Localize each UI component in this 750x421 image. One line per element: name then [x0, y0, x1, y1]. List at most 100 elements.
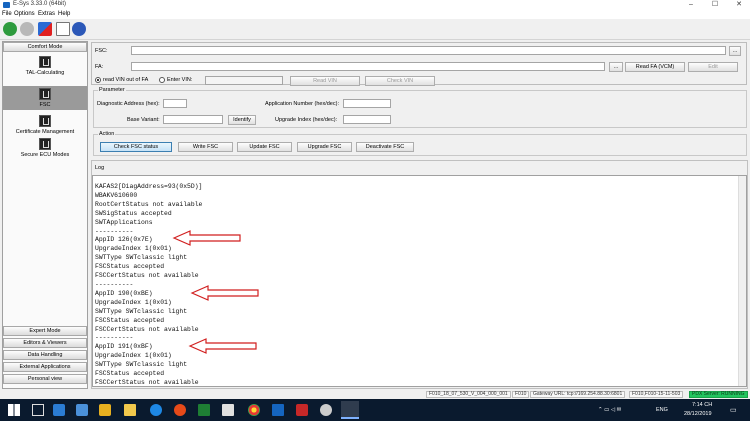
- upgrade-index-input[interactable]: [343, 115, 391, 124]
- log-text: KAFAS2[DiagAddress=93(0x5D)] WBAKV610600 R…: [95, 183, 202, 388]
- menu-options[interactable]: Options: [14, 11, 35, 17]
- read-vin-button[interactable]: Read VIN: [290, 76, 360, 86]
- personal-view-header[interactable]: Personal view: [3, 374, 87, 384]
- deactivate-fsc-button[interactable]: Deactivate FSC: [356, 142, 414, 152]
- tray-language[interactable]: ENG: [656, 407, 668, 413]
- external-applications-header[interactable]: External Applications: [3, 362, 87, 372]
- sidebar-item-label: Secure ECU Modes: [20, 152, 70, 158]
- check-vin-button[interactable]: Check VIN: [365, 76, 435, 86]
- log-line: FSCStatus accepted: [95, 263, 165, 271]
- log-line: SWSigStatus accepted: [95, 209, 172, 217]
- fa-label: FA:: [95, 64, 104, 70]
- excel-icon[interactable]: [198, 404, 210, 416]
- diagnostic-address-input[interactable]: [163, 99, 187, 108]
- word-icon[interactable]: [272, 404, 284, 416]
- log-title: Log: [95, 165, 105, 171]
- status-gateway: Gateway URL: tcp://169.254.88.30:6801: [530, 391, 626, 398]
- tray-icons[interactable]: ⌃ ▭ ◁ ✉: [598, 407, 621, 413]
- log-line: FSCCertStatus not available: [95, 272, 199, 280]
- log-scrollbar[interactable]: [738, 176, 746, 386]
- log-line: FSCCertStatus not available: [95, 325, 199, 333]
- fa-input[interactable]: [131, 62, 605, 71]
- window-title: E-Sys 3.33.0 (64bit): [13, 1, 67, 7]
- read-vin-radio[interactable]: [95, 77, 101, 83]
- enter-vin-radio[interactable]: [159, 77, 165, 83]
- comfort-mode-header[interactable]: Comfort Mode: [3, 42, 87, 52]
- fsc-label: FSC:: [95, 48, 108, 54]
- disconnect-icon[interactable]: [20, 22, 34, 36]
- log-line: AppID 190(0xBE): [95, 289, 153, 297]
- log-line: RootCertStatus not available: [95, 200, 203, 208]
- network-icon[interactable]: [38, 22, 52, 36]
- sidebar-item-fsc[interactable]: FSC: [3, 86, 87, 110]
- status-vehicle: F010,F010-15-11-503: [629, 391, 684, 398]
- menu-extras[interactable]: Extras: [38, 11, 55, 17]
- log-line: UpgradeIndex 1(0x01): [95, 245, 172, 253]
- help-icon[interactable]: [72, 22, 86, 36]
- log-line: AppID 191(0xBF): [95, 343, 153, 351]
- app-icon-4[interactable]: [296, 404, 308, 416]
- app-icon-1[interactable]: [53, 404, 65, 416]
- menu-bar: File Options Extras Help: [0, 10, 750, 19]
- data-handling-header[interactable]: Data Handling: [3, 350, 87, 360]
- editors-viewers-header[interactable]: Editors & Viewers: [3, 338, 87, 348]
- document-icon[interactable]: [56, 22, 70, 36]
- write-fsc-button[interactable]: Write FSC: [178, 142, 233, 152]
- close-button[interactable]: ✕: [728, 0, 750, 10]
- status-series: F010: [512, 391, 530, 398]
- sidebar-item-tal-calculating[interactable]: TAL-Calculating: [3, 56, 87, 76]
- notification-icon[interactable]: ▭: [730, 406, 737, 414]
- app-icon-3[interactable]: [99, 404, 111, 416]
- application-number-input[interactable]: [343, 99, 391, 108]
- sidebar-item-certificate-management[interactable]: Certificate Management: [3, 115, 87, 135]
- app-icon: [3, 2, 10, 8]
- media-icon[interactable]: [174, 404, 186, 416]
- maximize-button[interactable]: ☐: [704, 0, 726, 10]
- expert-mode-header[interactable]: Expert Mode: [3, 326, 87, 336]
- log-area[interactable]: KAFAS2[DiagAddress=93(0x5D)] WBAKV610600 R…: [92, 175, 747, 387]
- log-line: FSCStatus accepted: [95, 316, 165, 324]
- diagnostic-address-label: Diagnostic Address (hex):: [97, 101, 160, 107]
- status-bar: F010_18_07_530_V_004_000_001 F010 Gatewa…: [0, 390, 750, 399]
- read-fa-button[interactable]: Read FA (VCM): [625, 62, 685, 72]
- app-icon-5[interactable]: [320, 404, 332, 416]
- connect-icon[interactable]: [3, 22, 17, 36]
- log-line: UpgradeIndex 1(0x01): [95, 298, 172, 306]
- identify-button[interactable]: Identify: [228, 115, 256, 125]
- tray-date[interactable]: 28/12/2019: [684, 411, 712, 417]
- edit-button[interactable]: Edit: [688, 62, 738, 72]
- vin-input[interactable]: [205, 76, 283, 85]
- taskbar: ⌃ ▭ ◁ ✉ ENG 7:14 CH 28/12/2019 ▭: [0, 399, 750, 421]
- menu-help[interactable]: Help: [58, 11, 70, 17]
- task-view-icon[interactable]: [32, 404, 44, 416]
- fsc-browse-button[interactable]: ...: [729, 46, 741, 56]
- esys-taskbar-icon[interactable]: [341, 401, 359, 419]
- edge-icon[interactable]: [150, 404, 162, 416]
- status-project: F010_18_07_530_V_004_000_001: [426, 391, 511, 398]
- menu-file[interactable]: File: [2, 11, 12, 17]
- file-explorer-icon[interactable]: [124, 404, 136, 416]
- update-fsc-button[interactable]: Update FSC: [237, 142, 292, 152]
- log-line: FSCCertStatus not available: [95, 378, 199, 386]
- fa-browse-button[interactable]: ...: [609, 62, 623, 72]
- log-line: KAFAS2[DiagAddress=93(0x5D)]: [95, 183, 203, 190]
- annotation-arrow-1: [172, 230, 241, 246]
- status-server: PDX Server: RUNNING: [689, 391, 748, 398]
- minimize-button[interactable]: –: [680, 0, 702, 10]
- calculator-icon[interactable]: [222, 404, 234, 416]
- check-fsc-status-button[interactable]: Check FSC status: [100, 142, 172, 152]
- base-variant-input[interactable]: [163, 115, 223, 124]
- fsc-input[interactable]: [131, 46, 726, 55]
- tray-time[interactable]: 7:14 CH: [692, 402, 712, 408]
- read-vin-radio-label: read VIN out of FA: [103, 77, 149, 83]
- app-icon-2[interactable]: [76, 404, 88, 416]
- log-line: SWTApplications: [95, 218, 153, 226]
- windows-start-icon[interactable]: [8, 404, 20, 416]
- upgrade-fsc-button[interactable]: Upgrade FSC: [297, 142, 352, 152]
- fsc-icon: [39, 88, 51, 100]
- chrome-icon[interactable]: [248, 404, 260, 416]
- sidebar-item-label: FSC: [39, 102, 51, 108]
- secure-ecu-icon: [39, 138, 51, 150]
- sidebar-item-secure-ecu-modes[interactable]: Secure ECU Modes: [3, 138, 87, 158]
- log-line: FSCStatus accepted: [95, 370, 165, 378]
